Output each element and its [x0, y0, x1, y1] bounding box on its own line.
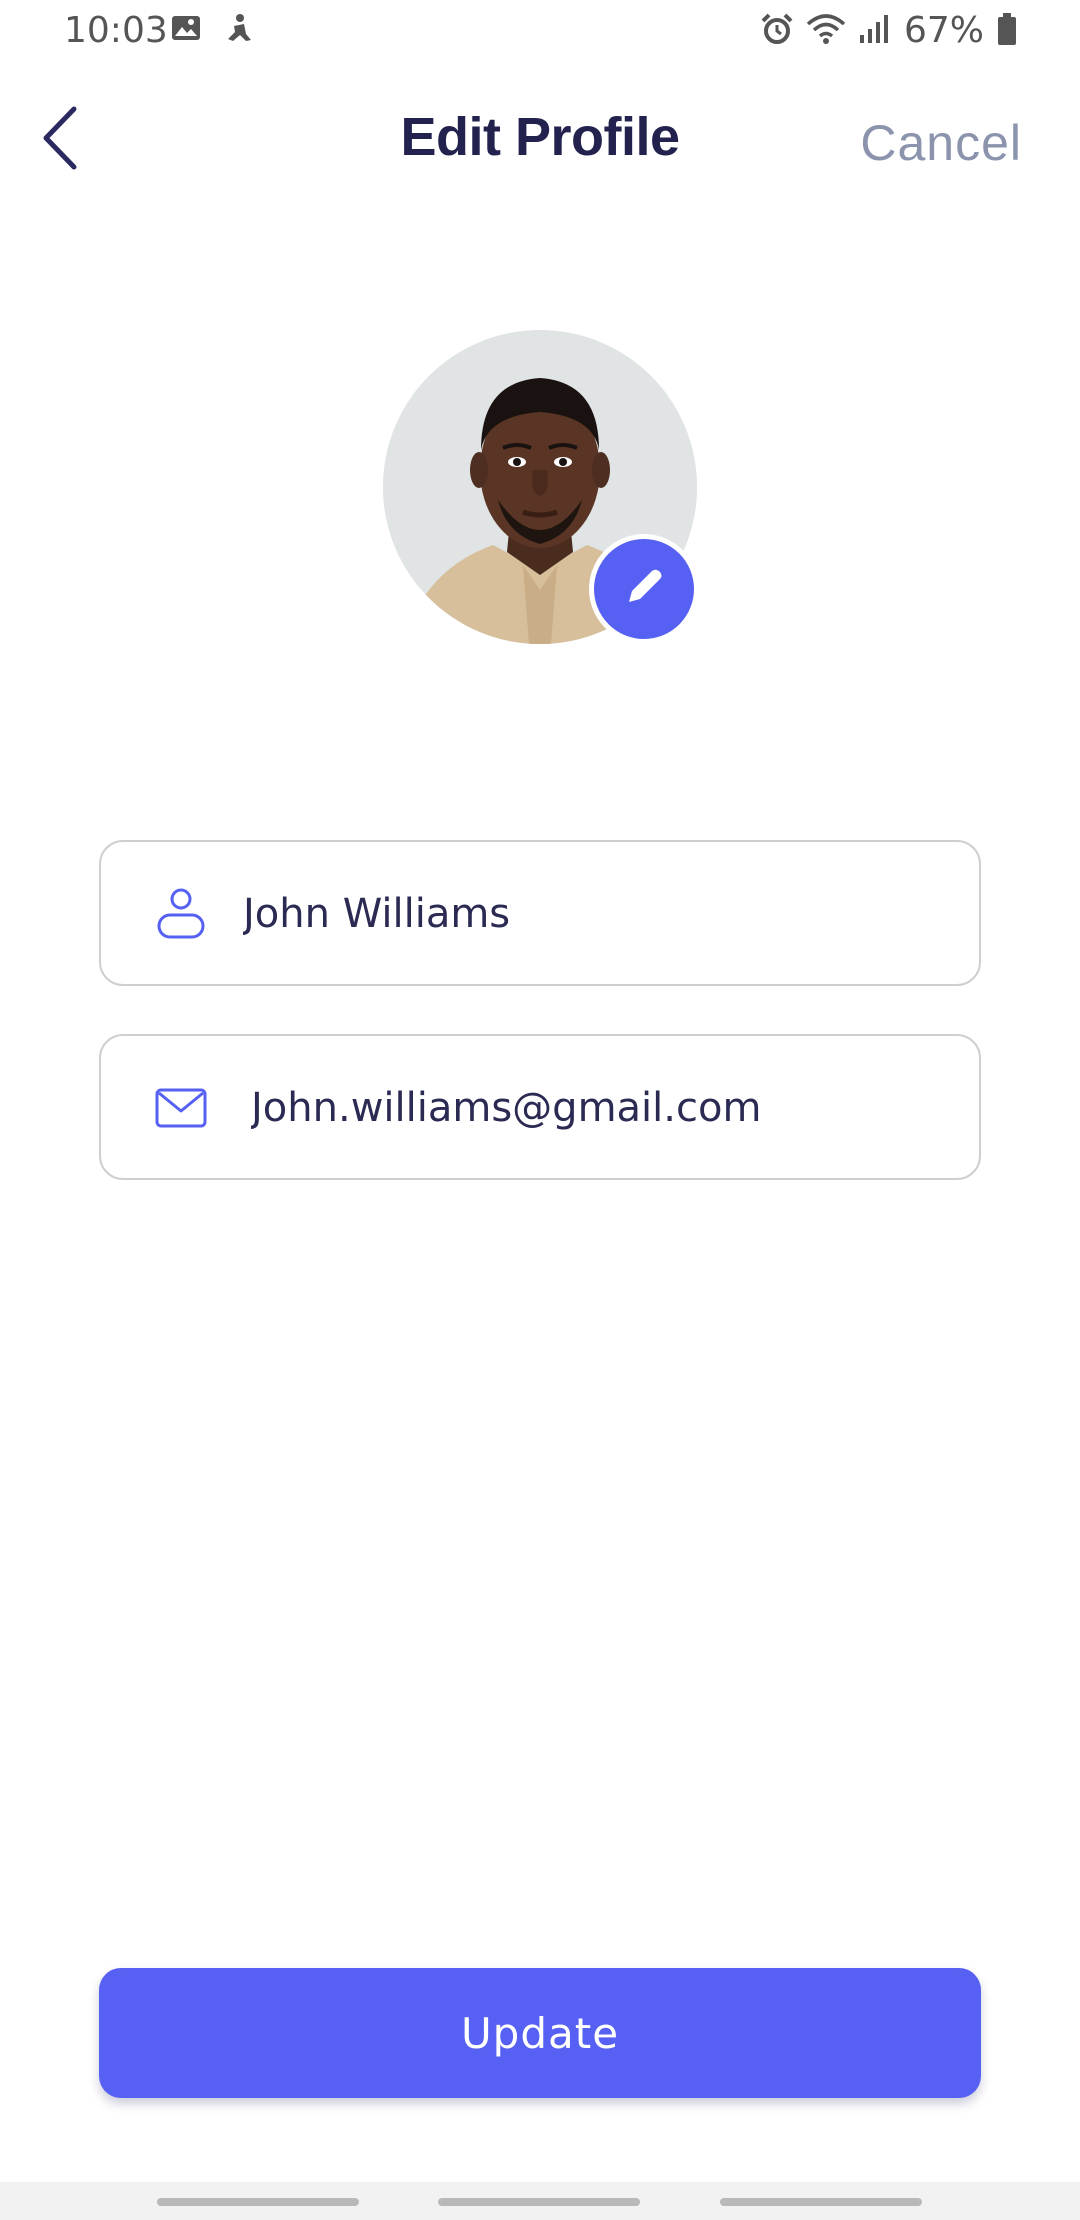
nav-home-button[interactable] — [438, 2198, 640, 2206]
wifi-icon — [806, 12, 846, 50]
email-field — [99, 1034, 981, 1180]
edit-avatar-button[interactable] — [589, 534, 699, 644]
nav-recents-button[interactable] — [157, 2198, 359, 2206]
battery-percent: 67% — [903, 10, 984, 51]
name-field — [99, 840, 981, 986]
email-input[interactable] — [251, 1066, 949, 1150]
pencil-icon — [619, 562, 669, 617]
update-button[interactable]: Update — [99, 1968, 981, 2098]
battery-icon — [996, 12, 1018, 50]
activity-icon — [224, 12, 254, 48]
mail-icon — [153, 1080, 209, 1136]
status-left-icons — [170, 12, 254, 48]
header: Edit Profile Cancel — [0, 90, 1080, 190]
image-icon — [170, 12, 202, 48]
nav-back-button[interactable] — [720, 2198, 922, 2206]
cancel-button[interactable]: Cancel — [860, 114, 1022, 172]
alarm-icon — [760, 12, 794, 50]
status-right-icons: 67% — [760, 10, 1018, 51]
name-input[interactable] — [243, 872, 949, 956]
avatar-section — [383, 330, 699, 644]
system-nav-bar — [0, 2182, 1080, 2220]
status-bar: 10:03 67% — [0, 0, 1080, 64]
signal-icon — [858, 13, 892, 49]
status-time: 10:03 — [64, 10, 168, 51]
user-icon — [153, 886, 209, 942]
